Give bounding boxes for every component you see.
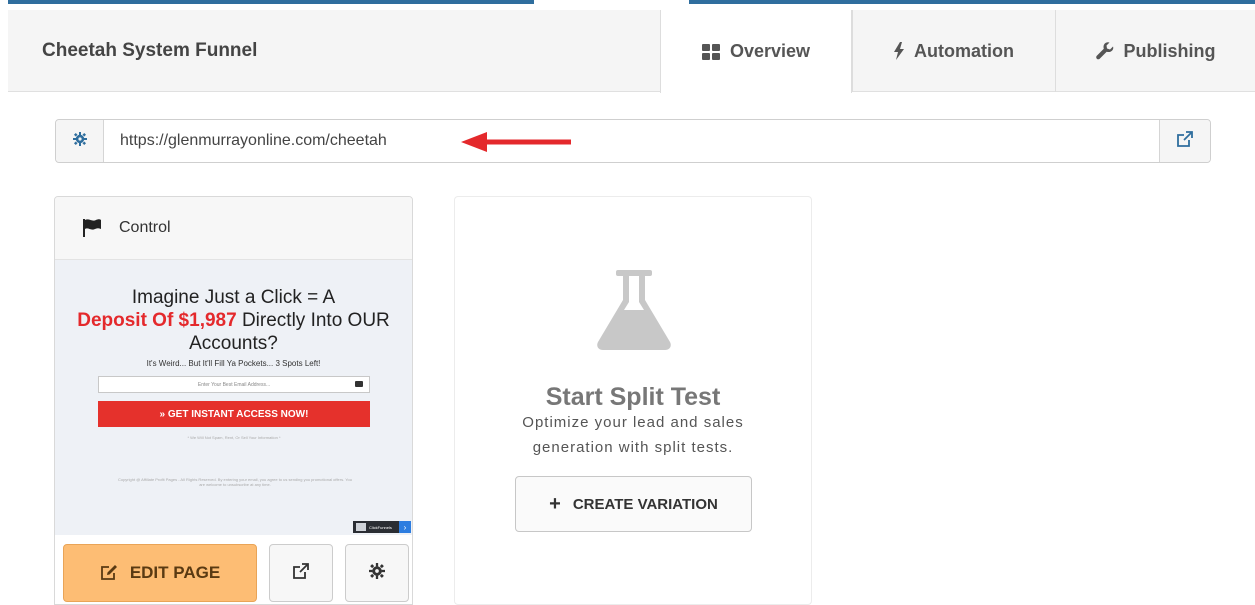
edit-page-button[interactable]: EDIT PAGE	[63, 544, 257, 602]
page-preview-thumbnail[interactable]: Imagine Just a Click = A Deposit Of $1,9…	[55, 260, 412, 535]
create-variation-label: CREATE VARIATION	[572, 495, 718, 513]
tab-publishing[interactable]: Publishing	[1055, 10, 1255, 92]
funnel-title: Cheetah System Funnel	[42, 40, 258, 61]
funnel-tabs: Overview Automation Publishing	[660, 10, 1255, 93]
edit-icon	[100, 565, 118, 581]
gear-icon	[369, 562, 385, 584]
tab-overview[interactable]: Overview	[660, 10, 852, 93]
preview-email-field: Enter Your Best Email Address...	[98, 376, 370, 393]
open-page-button[interactable]	[269, 544, 333, 602]
external-link-icon	[1177, 130, 1193, 152]
control-variant-card: Control Imagine Just a Click = A Deposit…	[54, 196, 413, 605]
split-test-description: Optimize your lead and sales generation …	[522, 414, 744, 456]
page-settings-button[interactable]	[345, 544, 409, 602]
chevron-right-icon: ›	[399, 521, 411, 533]
plus-icon: +	[549, 492, 561, 515]
edit-page-label: EDIT PAGE	[129, 563, 221, 582]
envelope-icon	[355, 381, 363, 387]
control-label: Control	[119, 219, 171, 236]
tab-automation-label: Automation	[914, 40, 1014, 61]
clickfunnels-logo-icon	[356, 523, 366, 531]
red-arrow-annotation	[461, 132, 573, 157]
control-card-header: Control	[55, 197, 412, 260]
preview-privacy-note: * We Will Not Spam, Rent, Or Sell Your I…	[187, 435, 281, 440]
tab-accent-line-left	[8, 0, 534, 4]
external-link-icon	[293, 562, 309, 584]
funnel-url-text[interactable]: https://glenmurrayonline.com/cheetah	[104, 120, 1159, 162]
bolt-icon	[894, 42, 904, 60]
control-actions: EDIT PAGE	[63, 544, 409, 602]
tab-overview-label: Overview	[729, 41, 811, 61]
funnel-url-bar: https://glenmurrayonline.com/cheetah	[55, 119, 1211, 163]
tab-accent-line-right	[689, 0, 1255, 4]
gear-icon	[72, 131, 87, 151]
wrench-icon	[1095, 42, 1114, 60]
clickfunnels-badge: ClickFunnels ›	[353, 521, 411, 533]
preview-headline: Imagine Just a Click = A Deposit Of $1,9…	[77, 287, 390, 354]
split-test-card: Start Split Test Optimize your lead and …	[454, 196, 812, 605]
tab-automation[interactable]: Automation	[852, 10, 1055, 92]
funnel-header: Cheetah System Funnel Overview Automatio…	[8, 10, 1255, 93]
grid-icon	[701, 43, 720, 60]
flask-icon	[596, 270, 672, 355]
flag-icon	[83, 219, 101, 237]
url-settings-button[interactable]	[56, 120, 104, 162]
preview-subheadline: It's Weird... But It'll Fill Ya Pockets.…	[146, 359, 321, 368]
preview-cta-button: » GET INSTANT ACCESS NOW!	[98, 401, 370, 427]
tab-publishing-label: Publishing	[1123, 40, 1216, 61]
preview-footer: Copyright @ Affiliate Profit Pages - All…	[117, 477, 353, 487]
create-variation-button[interactable]: + CREATE VARIATION	[515, 476, 752, 532]
open-url-button[interactable]	[1159, 120, 1210, 162]
split-test-title: Start Split Test	[545, 383, 721, 411]
